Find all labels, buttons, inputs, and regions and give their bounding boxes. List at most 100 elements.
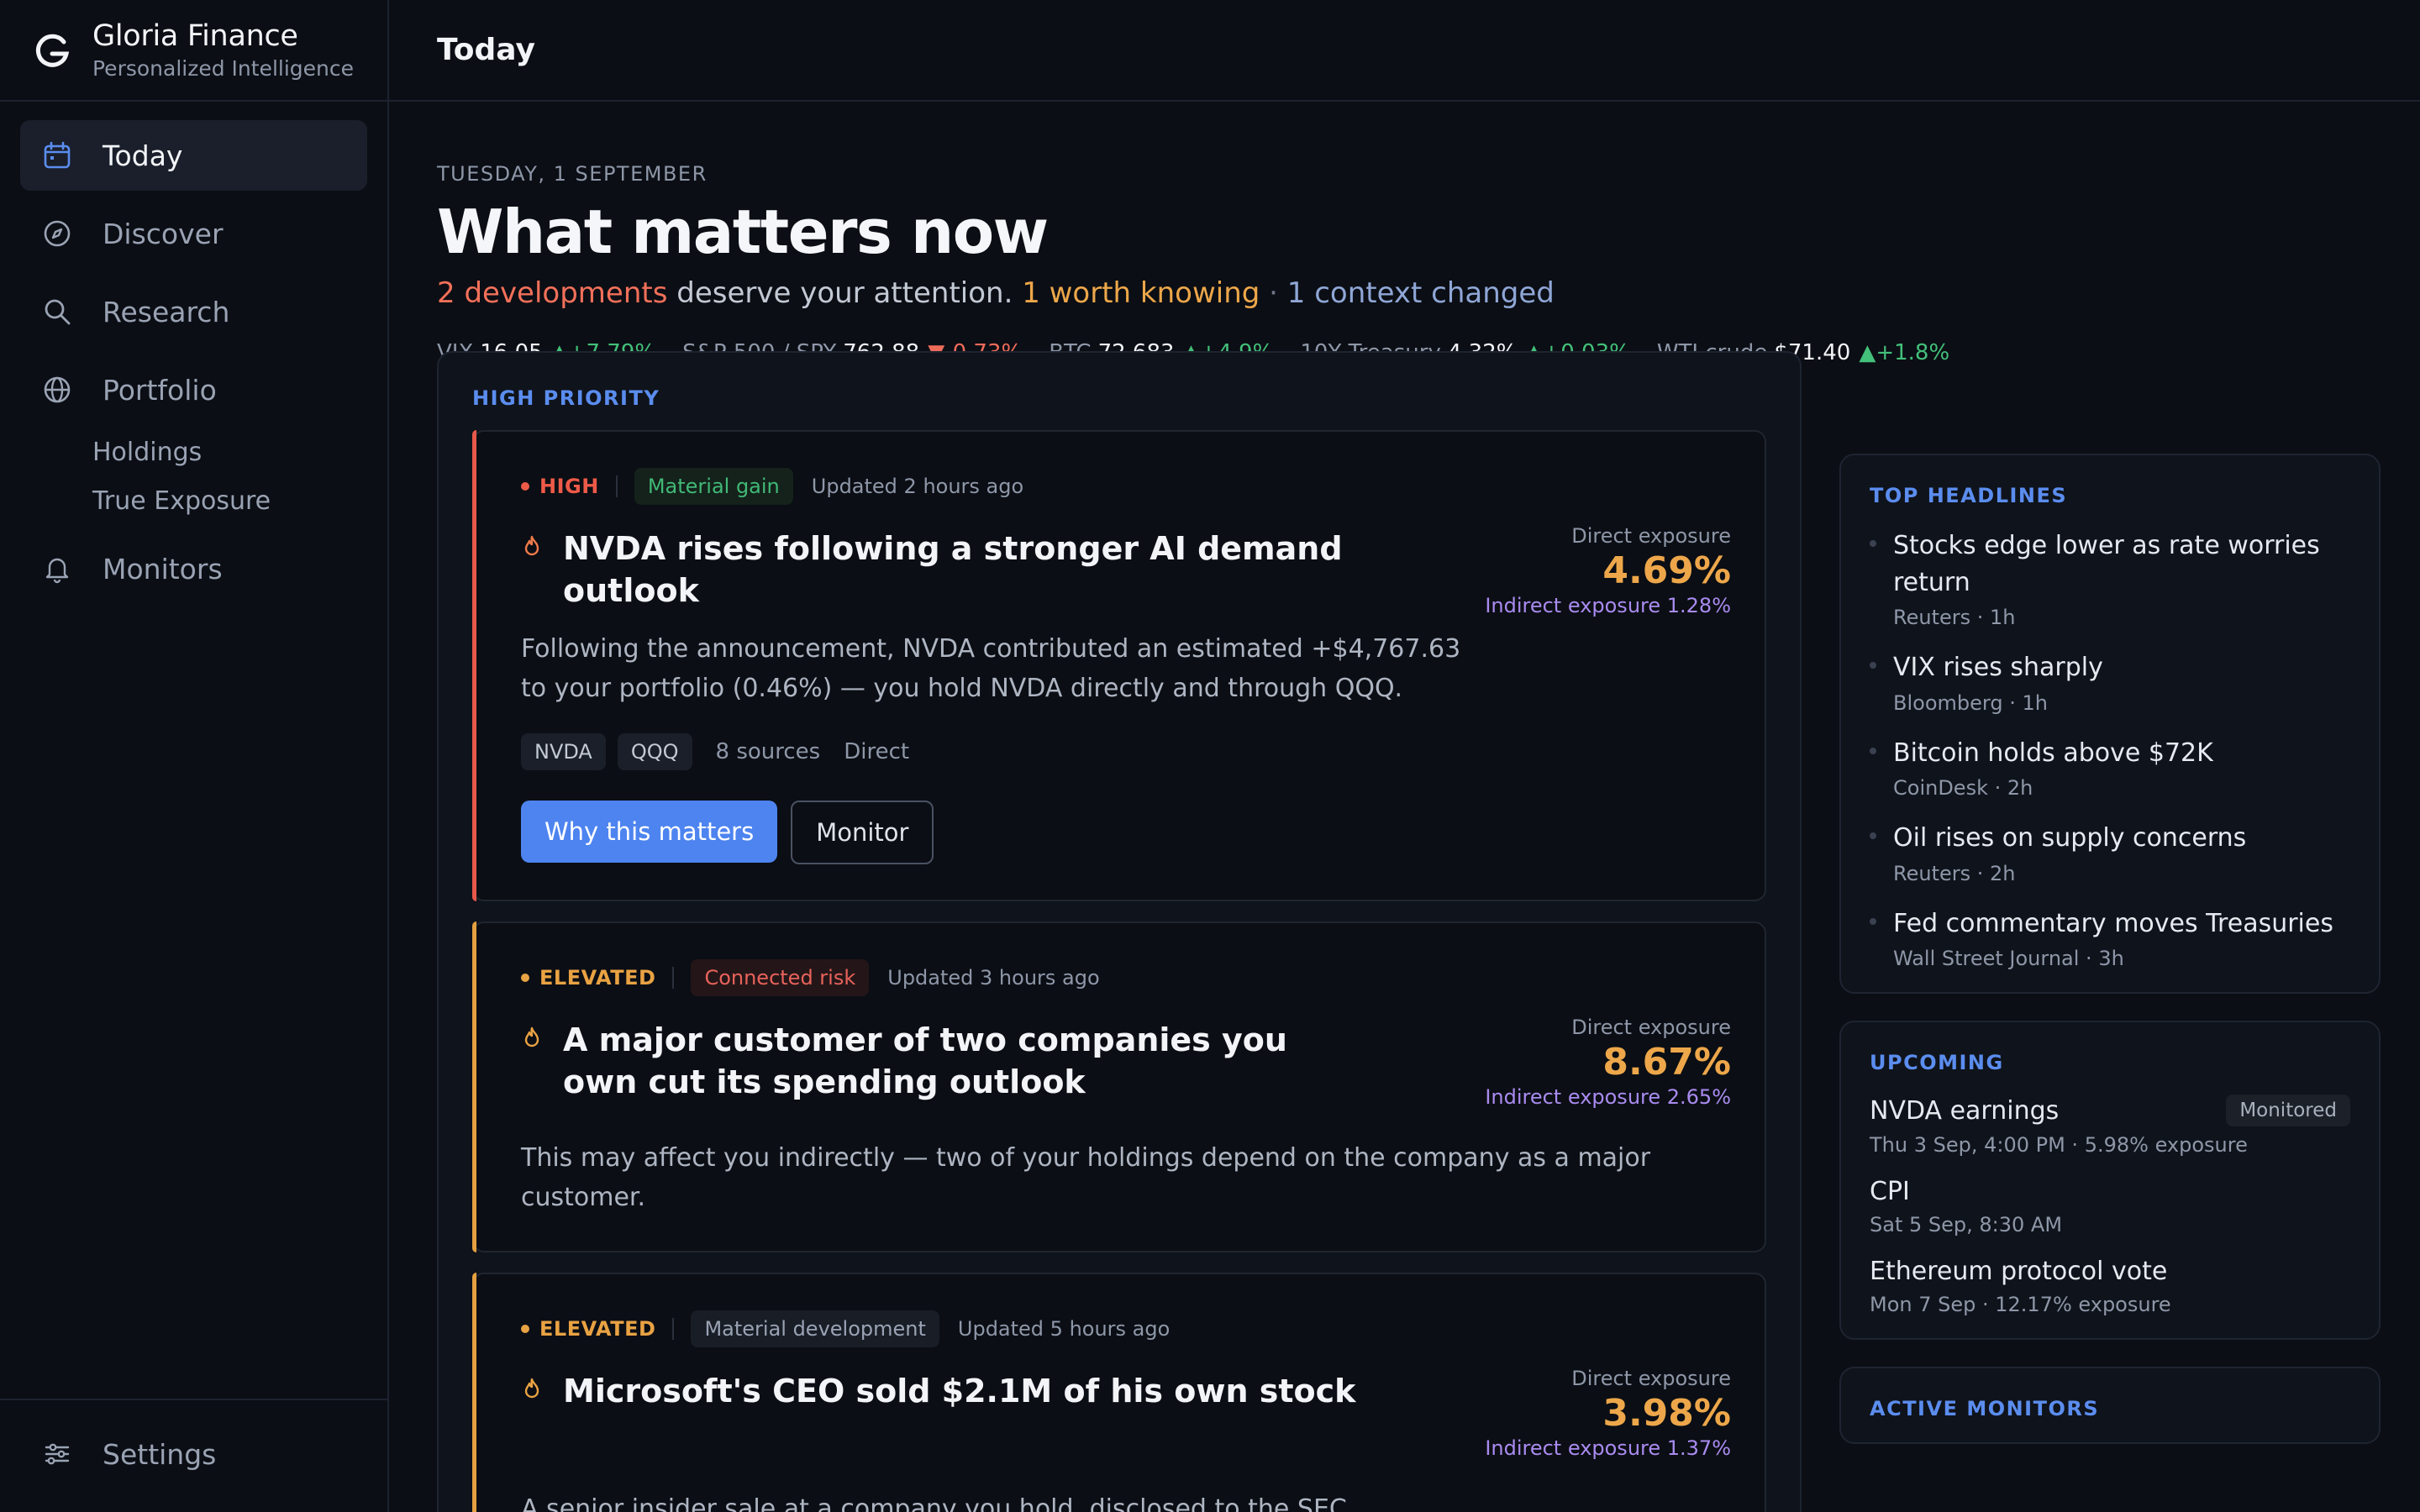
headline-item[interactable]: Oil rises on supply concerns Reuters · 2… xyxy=(1870,820,2350,885)
headline-source: Reuters · 1h xyxy=(1893,606,2016,629)
summary-separator: · xyxy=(1260,276,1287,310)
direct-exposure-label: Direct exposure xyxy=(1571,1367,1731,1391)
nav-label-research: Research xyxy=(103,295,230,328)
severity-dot-icon xyxy=(521,482,529,491)
indirect-exposure: Indirect exposure 1.28% xyxy=(1485,594,1731,617)
card-title-row: A major customer of two companies you ow… xyxy=(521,1019,1479,1103)
meta-divider xyxy=(672,1318,675,1341)
panel-label: UPCOMING xyxy=(1870,1051,2004,1074)
development-card[interactable]: ELEVATED Material development Updated 5 … xyxy=(472,1273,1766,1512)
nav-item-settings[interactable]: Settings xyxy=(20,1419,367,1489)
upcoming-row: Ethereum protocol vote xyxy=(1870,1257,2350,1286)
card-meta: ELEVATED Material development Updated 5 … xyxy=(521,1310,1731,1348)
why-this-matters-button[interactable]: Why this matters xyxy=(521,801,778,864)
card-meta: HIGH Material gain Updated 2 hours ago xyxy=(521,467,1731,506)
bell-icon xyxy=(42,554,72,584)
nav-label-settings: Settings xyxy=(103,1437,217,1471)
sources-count[interactable]: 8 sources xyxy=(716,739,821,764)
summary-developments[interactable]: 2 developments xyxy=(437,276,667,310)
development-card[interactable]: ELEVATED Connected risk Updated 3 hours … xyxy=(472,921,1766,1253)
summary-worth[interactable]: 1 worth knowing xyxy=(1022,276,1260,310)
card-title-row: Microsoft's CEO sold $2.1M of his own st… xyxy=(521,1370,1479,1412)
category-badge: Connected risk xyxy=(691,959,870,997)
upcoming-title: NVDA earnings xyxy=(1870,1095,2060,1126)
card-content: Microsoft's CEO sold $2.1M of his own st… xyxy=(521,1370,1479,1460)
upcoming-title: CPI xyxy=(1870,1177,1910,1206)
upcoming-item[interactable]: CPI Sat 5 Sep, 8:30 AM xyxy=(1870,1177,2350,1236)
page-title: Today xyxy=(437,33,535,67)
meta-divider xyxy=(615,475,618,497)
nav-item-today[interactable]: Today xyxy=(20,120,367,191)
direct-exposure-value: 4.69% xyxy=(1602,549,1731,592)
upcoming-panel: UPCOMING NVDA earnings Monitored Thu 3 S… xyxy=(1839,1021,2381,1340)
brand[interactable]: Gloria Finance Personalized Intelligence xyxy=(0,0,387,102)
indirect-exposure: Indirect exposure 2.65% xyxy=(1485,1085,1731,1110)
headline-item[interactable]: Fed commentary moves Treasuries Wall Str… xyxy=(1870,906,2350,970)
brand-name: Gloria Finance xyxy=(92,19,298,53)
indirect-exposure: Indirect exposure 1.37% xyxy=(1485,1436,1731,1461)
sidebar-footer: Settings xyxy=(0,1399,387,1497)
card-body: A major customer of two companies you ow… xyxy=(521,1016,1731,1110)
exposure-type: Direct xyxy=(844,739,910,765)
monitored-badge: Monitored xyxy=(2226,1095,2350,1126)
exposure-block: Direct exposure 4.69% Indirect exposure … xyxy=(1479,524,1731,708)
direct-exposure-label: Direct exposure xyxy=(1571,1016,1731,1040)
globe-icon xyxy=(42,375,72,405)
sidebar: Gloria Finance Personalized Intelligence… xyxy=(0,0,389,1512)
headline-source: CoinDesk · 2h xyxy=(1893,776,2033,800)
main-nav: Today Discover Research Portfolio Holdin… xyxy=(0,102,387,604)
nav-item-portfolio[interactable]: Portfolio xyxy=(20,354,367,425)
ticker-tag[interactable]: QQQ xyxy=(617,733,692,771)
headline-title: Fed commentary moves Treasuries xyxy=(1893,908,2333,938)
upcoming-detail: Mon 7 Sep · 12.17% exposure xyxy=(1870,1293,2171,1316)
headline-source: Reuters · 2h xyxy=(1893,861,2016,885)
upcoming-item[interactable]: NVDA earnings Monitored Thu 3 Sep, 4:00 … xyxy=(1870,1095,2350,1157)
card-title[interactable]: Microsoft's CEO sold $2.1M of his own st… xyxy=(563,1370,1355,1412)
card-description: This may affect you indirectly — two of … xyxy=(521,1143,1651,1212)
right-column: TOP HEADLINES Stocks edge lower as rate … xyxy=(1839,454,2381,1471)
nav-sub-holdings[interactable]: Holdings xyxy=(20,428,367,476)
severity-label: HIGH xyxy=(539,475,599,498)
nav-item-research[interactable]: Research xyxy=(20,276,367,347)
search-icon xyxy=(42,297,72,327)
direct-exposure-label: Direct exposure xyxy=(1571,524,1731,548)
compass-icon xyxy=(42,218,72,249)
upcoming-item[interactable]: Ethereum protocol vote Mon 7 Sep · 12.17… xyxy=(1870,1257,2350,1316)
headline-item[interactable]: Stocks edge lower as rate worries return… xyxy=(1870,528,2350,629)
flame-icon xyxy=(524,1027,539,1047)
nav-item-monitors[interactable]: Monitors xyxy=(20,533,367,604)
development-card[interactable]: HIGH Material gain Updated 2 hours ago N… xyxy=(472,430,1766,902)
summary-attention: deserve your attention. xyxy=(667,276,1013,310)
card-description: Following the announcement, NVDA contrib… xyxy=(521,634,1461,703)
headline-title: Oil rises on supply concerns xyxy=(1893,823,2247,853)
card-body: NVDA rises following a stronger AI deman… xyxy=(521,524,1731,708)
date-line: TUESDAY, 1 SEPTEMBER xyxy=(437,162,708,186)
app-root: Gloria Finance Personalized Intelligence… xyxy=(0,0,2420,1512)
calendar-icon xyxy=(42,140,72,171)
portfolio-subnav: Holdings True Exposure xyxy=(20,428,367,525)
panel-label: TOP HEADLINES xyxy=(1870,484,2068,507)
severity-label: ELEVATED xyxy=(539,966,656,990)
feed-label: HIGH PRIORITY xyxy=(472,386,660,410)
ticker-change: ▲+1.8% xyxy=(1859,340,1950,365)
card-title[interactable]: NVDA rises following a stronger AI deman… xyxy=(563,528,1479,612)
card-title-row: NVDA rises following a stronger AI deman… xyxy=(521,528,1479,612)
monitor-button[interactable]: Monitor xyxy=(791,801,934,865)
headline-source: Wall Street Journal · 3h xyxy=(1893,947,2124,970)
updated-time: Updated 3 hours ago xyxy=(887,966,1100,990)
category-badge: Material development xyxy=(691,1310,939,1348)
card-tags: NVDA QQQ 8 sources Direct xyxy=(521,733,1731,771)
ticker-tag[interactable]: NVDA xyxy=(521,733,606,771)
upcoming-row: NVDA earnings Monitored xyxy=(1870,1095,2350,1126)
gloria-logo-icon xyxy=(35,34,70,67)
summary-context[interactable]: 1 context changed xyxy=(1287,276,1555,310)
nav-sub-true-exposure[interactable]: True Exposure xyxy=(20,476,367,525)
updated-time: Updated 2 hours ago xyxy=(811,475,1024,498)
nav-item-discover[interactable]: Discover xyxy=(20,198,367,269)
card-title[interactable]: A major customer of two companies you ow… xyxy=(563,1019,1370,1103)
headline-item[interactable]: VIX rises sharply Bloomberg · 1h xyxy=(1870,649,2350,715)
nav-label-discover: Discover xyxy=(103,217,224,250)
upcoming-title: Ethereum protocol vote xyxy=(1870,1257,2168,1286)
flame-icon xyxy=(524,535,539,556)
headline-item[interactable]: Bitcoin holds above $72K CoinDesk · 2h xyxy=(1870,735,2350,800)
